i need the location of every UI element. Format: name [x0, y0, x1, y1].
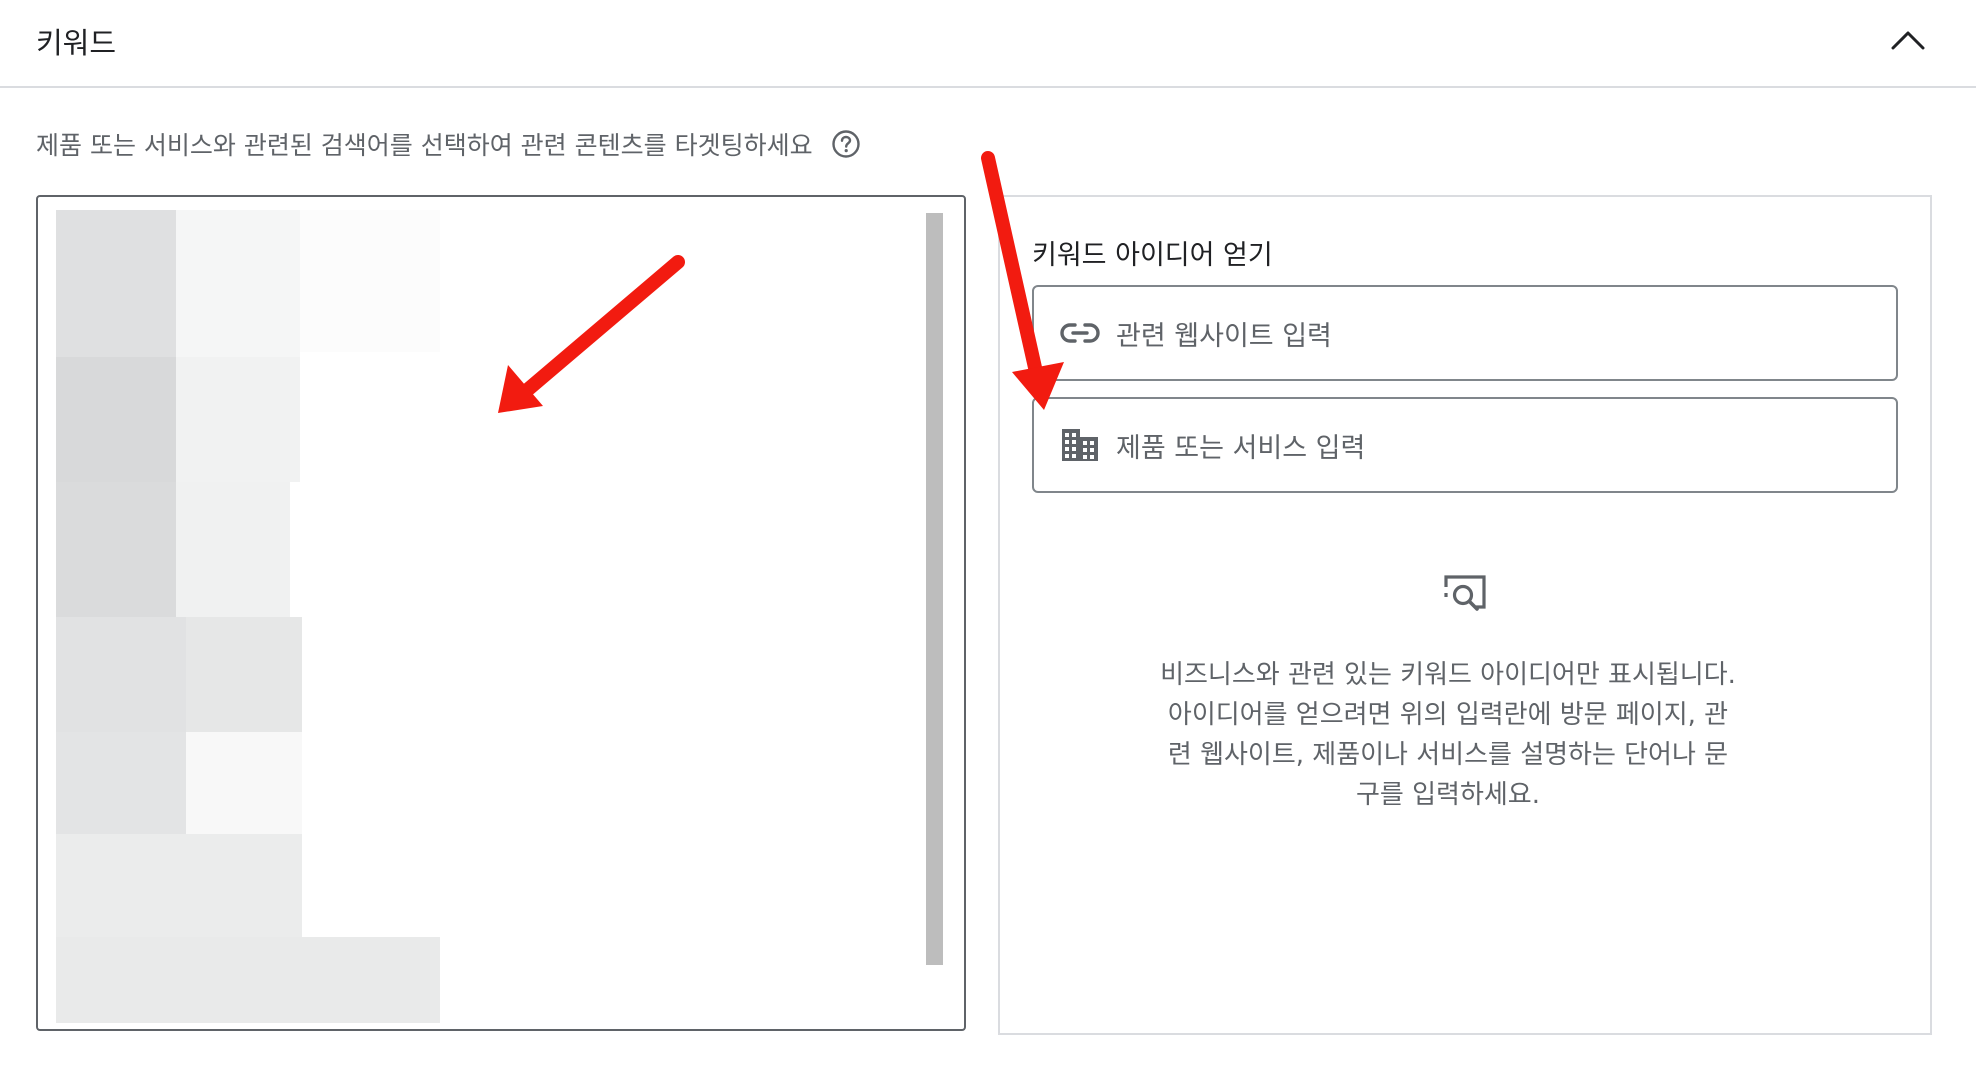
empty-state-message: 비즈니스와 관련 있는 키워드 아이디어만 표시됩니다. 아이디어를 얻으려면 …: [1160, 660, 1736, 810]
building-icon: [1060, 427, 1100, 463]
blurred-keyword: [176, 482, 290, 617]
blurred-keyword: [56, 210, 176, 357]
help-icon[interactable]: [831, 129, 861, 159]
website-input[interactable]: 관련 웹사이트 입력: [1032, 285, 1898, 381]
section-header[interactable]: 키워드: [0, 0, 1976, 88]
blurred-keyword: [186, 732, 302, 834]
product-service-input[interactable]: 제품 또는 서비스 입력: [1032, 397, 1898, 493]
link-icon: [1060, 321, 1100, 345]
blurred-keyword: [56, 834, 302, 937]
blurred-keyword: [56, 937, 440, 1023]
blurred-keyword: [176, 357, 300, 482]
section-title: 키워드: [36, 26, 117, 60]
keyword-textarea[interactable]: [36, 195, 966, 1031]
product-input-placeholder: 제품 또는 서비스 입력: [1116, 432, 1366, 464]
chevron-up-icon: [1891, 31, 1925, 50]
blurred-keyword: [176, 210, 300, 357]
search-zoom-icon: [1442, 573, 1488, 621]
blurred-keyword: [56, 357, 176, 482]
section-description: 제품 또는 서비스와 관련된 검색어를 선택하여 관련 콘텐츠를 타겟팅하세요: [36, 126, 861, 162]
website-input-placeholder: 관련 웹사이트 입력: [1116, 320, 1332, 352]
collapse-button[interactable]: [1880, 18, 1936, 62]
blurred-keyword: [186, 617, 302, 732]
blurred-keyword: [56, 482, 176, 617]
blurred-keyword: [56, 732, 186, 834]
blurred-keyword: [56, 617, 186, 732]
scrollbar[interactable]: [926, 213, 943, 965]
description-text: 제품 또는 서비스와 관련된 검색어를 선택하여 관련 콘텐츠를 타겟팅하세요: [36, 131, 813, 160]
keyword-ideas-panel: 키워드 아이디어 얻기 관련 웹사이트 입력 제품 또는 서비스 입력 비즈니스…: [998, 195, 1932, 1035]
blurred-keyword: [300, 210, 440, 352]
keyword-ideas-title: 키워드 아이디어 얻기: [1032, 240, 1273, 271]
